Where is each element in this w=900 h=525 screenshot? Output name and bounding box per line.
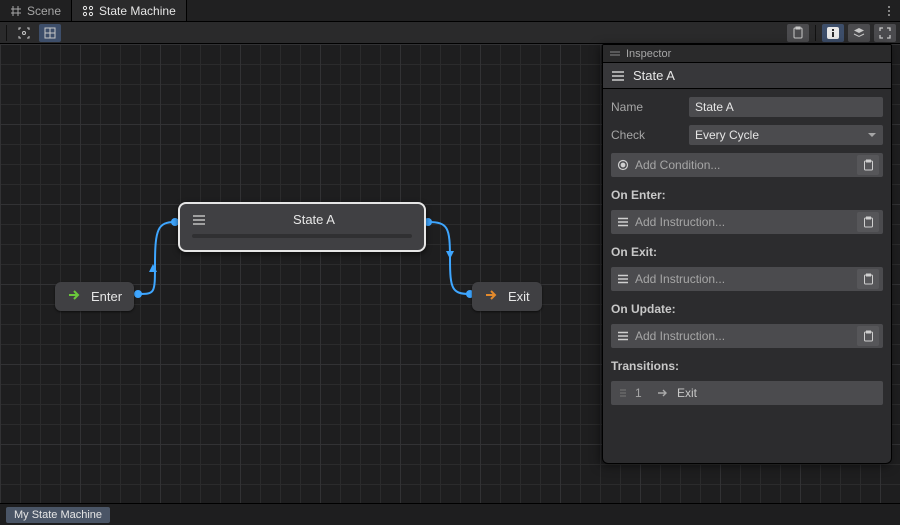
node-exit-label: Exit [508,289,530,304]
label-transitions: Transitions: [611,359,883,373]
inspector-panel: Inspector State A Name Check Every Cycle [602,44,892,464]
inspector-title: State A [633,68,675,83]
paste-icon[interactable] [857,326,879,346]
transition-target: Exit [677,386,697,400]
on-exit-add-button[interactable]: Add Instruction... [611,267,883,291]
hamburger-icon [617,331,629,341]
hamburger-icon [617,274,629,284]
arrow-right-icon [657,388,669,398]
input-name[interactable] [689,97,883,117]
transition-row[interactable]: 1 Exit [611,381,883,405]
on-update-add-label: Add Instruction... [635,329,851,343]
node-enter-label: Enter [91,289,122,304]
hamburger-icon [192,214,206,226]
select-check-value: Every Cycle [695,128,759,142]
select-check[interactable]: Every Cycle [689,125,883,145]
drag-handle-icon [619,388,627,398]
hash-icon [10,5,22,17]
breadcrumb-label: My State Machine [14,509,102,521]
transition-index: 1 [635,386,649,400]
paste-icon[interactable] [857,155,879,175]
fullscreen-icon[interactable] [874,24,896,42]
label-name: Name [611,100,681,114]
paste-icon[interactable] [857,269,879,289]
paste-icon[interactable] [857,212,879,232]
on-update-add-button[interactable]: Add Instruction... [611,324,883,348]
grid-toggle-icon[interactable] [39,24,61,42]
label-on-enter: On Enter: [611,188,883,202]
record-icon [617,159,629,171]
tab-scene-label: Scene [27,4,61,18]
breadcrumb-chip[interactable]: My State Machine [6,507,110,523]
canvas[interactable]: Enter Exit State A Inspector Sta [0,44,900,503]
panel-grip-icon [609,50,621,58]
chevron-down-icon [867,132,877,138]
add-condition-button[interactable]: Add Condition... [611,153,883,177]
layers-icon[interactable] [848,24,870,42]
on-enter-add-button[interactable]: Add Instruction... [611,210,883,234]
node-state-a[interactable]: State A [178,202,426,252]
toolbar [0,22,900,44]
tab-state-machine-label: State Machine [99,4,176,18]
inspector-tab-label: Inspector [626,48,671,60]
label-check: Check [611,128,681,142]
graph-icon [82,5,94,17]
footer: My State Machine [0,503,900,525]
inspector-tab[interactable]: Inspector [603,45,891,63]
node-progress-bar [192,234,412,238]
add-condition-label: Add Condition... [635,158,851,172]
focus-icon[interactable] [13,24,35,42]
hamburger-icon[interactable] [611,70,625,82]
arrow-right-orange-icon [484,288,498,305]
label-on-update: On Update: [611,302,883,316]
clipboard-icon[interactable] [787,24,809,42]
tab-state-machine[interactable]: State Machine [72,0,187,21]
node-exit[interactable]: Exit [472,282,542,311]
inspector-header: State A [603,63,891,89]
node-enter[interactable]: Enter [55,282,134,311]
info-icon[interactable] [822,24,844,42]
on-exit-add-label: Add Instruction... [635,272,851,286]
tab-scene[interactable]: Scene [0,0,72,21]
hamburger-icon [617,217,629,227]
top-tabbar: Scene State Machine [0,0,900,22]
node-state-a-label: State A [216,212,412,227]
label-on-exit: On Exit: [611,245,883,259]
arrow-right-green-icon [67,288,81,305]
on-enter-add-label: Add Instruction... [635,215,851,229]
tabbar-menu-icon[interactable] [878,0,900,21]
